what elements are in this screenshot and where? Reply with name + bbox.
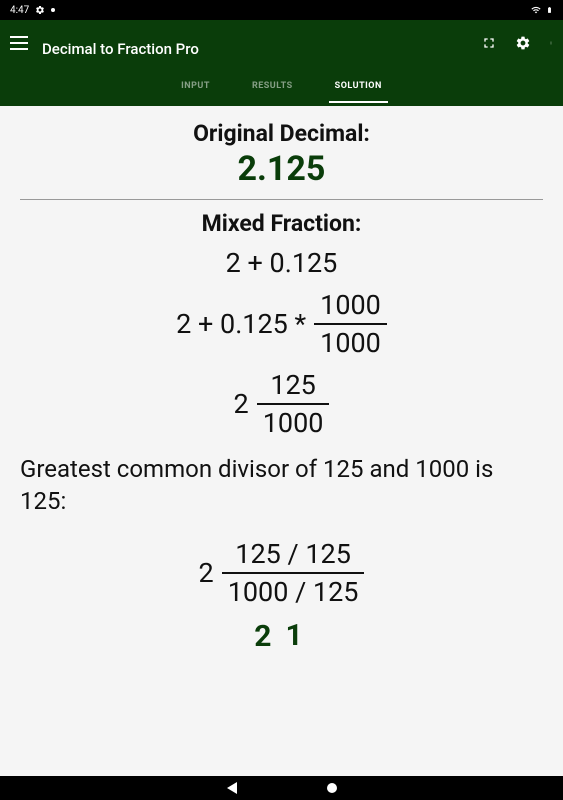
step-2-fraction: 1000 1000	[314, 289, 387, 359]
menu-icon[interactable]	[10, 36, 28, 50]
step-4: 2 125 / 125 1000 / 125	[0, 538, 563, 608]
home-button[interactable]	[327, 783, 337, 793]
dot-status-icon	[51, 8, 55, 12]
gear-status-icon	[35, 5, 45, 15]
back-button[interactable]	[227, 782, 237, 794]
app-bar: Decimal to Fraction Pro	[0, 20, 563, 66]
step-2: 2 + 0.125 * 1000 1000	[0, 289, 563, 359]
tab-results[interactable]: RESULTS	[246, 69, 299, 103]
navigation-bar	[0, 776, 563, 800]
final-result: 2 1	[0, 618, 563, 655]
gear-icon[interactable]	[515, 35, 531, 51]
gcd-explanation: Greatest common divisor of 125 and 1000 …	[0, 449, 563, 528]
step-1: 2 + 0.125	[0, 247, 563, 279]
step-3-fraction: 125 1000	[257, 369, 330, 439]
divider	[20, 199, 543, 200]
battery-icon	[546, 4, 553, 16]
tab-bar: INPUT RESULTS SOLUTION	[0, 66, 563, 106]
original-decimal-label: Original Decimal:	[0, 120, 563, 147]
tab-solution[interactable]: SOLUTION	[329, 69, 388, 103]
fullscreen-icon[interactable]	[481, 35, 497, 51]
tab-input[interactable]: INPUT	[175, 69, 216, 103]
final-fraction: 1	[280, 618, 309, 655]
mixed-fraction-label: Mixed Fraction:	[0, 210, 563, 237]
step-4-fraction: 125 / 125 1000 / 125	[222, 538, 365, 608]
step-3: 2 125 1000	[0, 369, 563, 439]
status-bar: 4:47	[0, 0, 563, 20]
more-icon[interactable]	[549, 35, 553, 51]
original-decimal-value: 2.125	[0, 149, 563, 189]
wifi-icon	[530, 5, 542, 15]
solution-content: Original Decimal: 2.125 Mixed Fraction: …	[0, 106, 563, 776]
status-time: 4:47	[10, 5, 29, 16]
app-title: Decimal to Fraction Pro	[42, 40, 199, 58]
